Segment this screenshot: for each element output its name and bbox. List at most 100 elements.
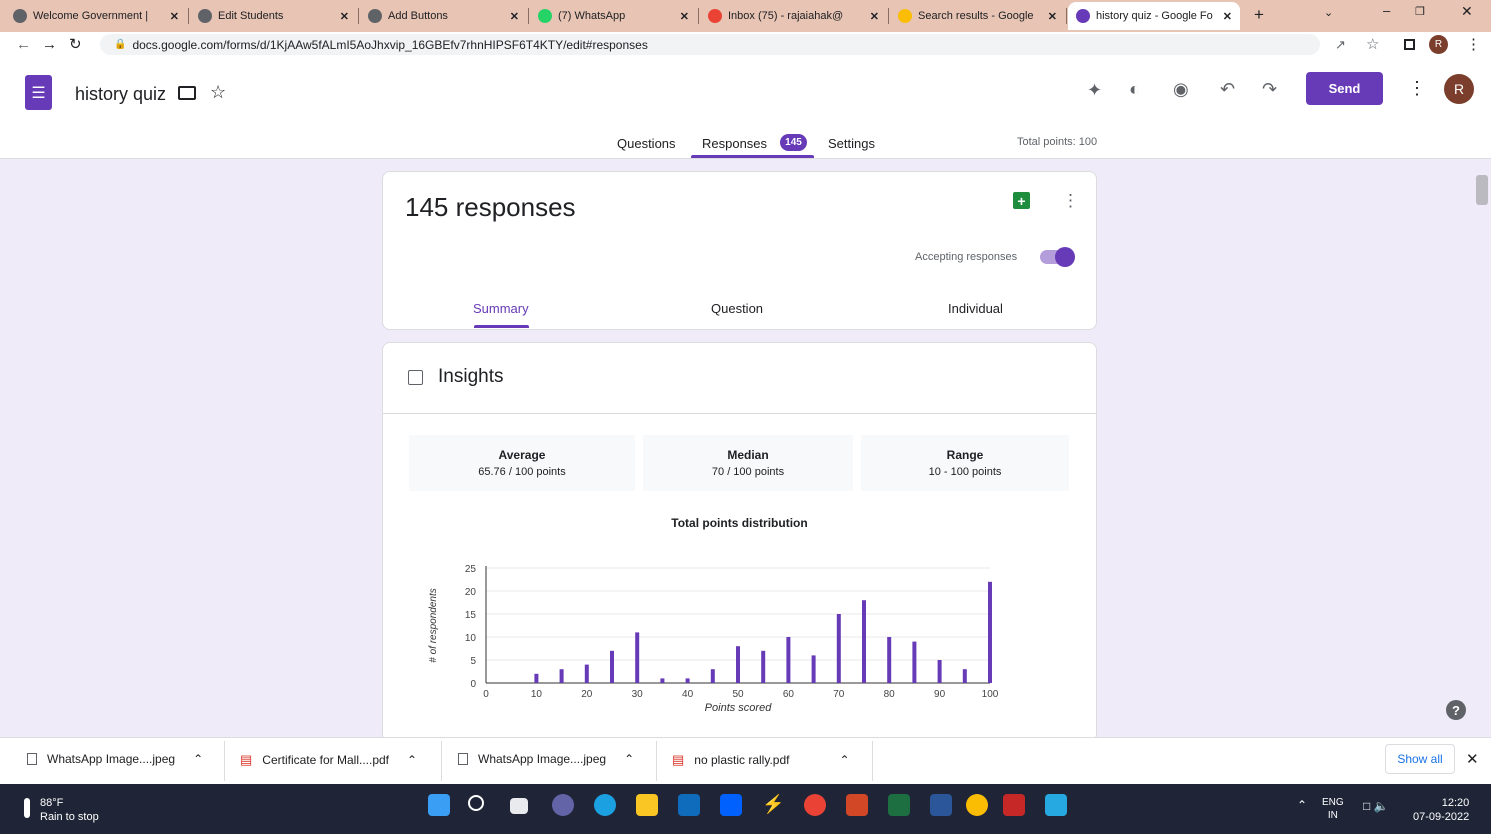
minimize-icon[interactable]: – xyxy=(1383,3,1390,18)
download-item[interactable]: WhatsApp Image....jpeg ⌃ xyxy=(458,752,634,766)
search-icon[interactable] xyxy=(468,795,484,811)
excel-icon[interactable] xyxy=(888,794,910,816)
teams-chat-icon[interactable] xyxy=(552,794,574,816)
page-scrollbar[interactable] xyxy=(1474,159,1491,737)
subtab-summary[interactable]: Summary xyxy=(473,301,529,316)
mail-icon[interactable] xyxy=(678,794,700,816)
image-file-icon xyxy=(458,753,468,765)
help-icon[interactable]: ? xyxy=(1446,700,1466,720)
close-downloads-icon[interactable]: ✕ xyxy=(1466,750,1479,768)
addons-icon[interactable]: ✦ xyxy=(1087,80,1102,101)
form-title[interactable]: history quiz xyxy=(75,84,166,105)
clock-date: 07-09-2022 xyxy=(1413,811,1470,823)
back-icon[interactable]: ← xyxy=(16,34,31,56)
close-tab-icon[interactable]: ✕ xyxy=(1048,10,1057,23)
chevron-up-icon[interactable]: ⌃ xyxy=(193,752,203,766)
y-tick-label: 0 xyxy=(470,679,476,690)
tab-search-icon[interactable]: ⌄ xyxy=(1324,6,1333,19)
close-tab-icon[interactable]: ✕ xyxy=(870,10,879,23)
close-tab-icon[interactable]: ✕ xyxy=(680,10,689,23)
forms-logo-icon[interactable]: ☰ xyxy=(25,75,52,110)
x-tick-label: 50 xyxy=(732,689,744,700)
browser-tab[interactable]: Edit Students ✕ xyxy=(190,2,357,30)
tab-responses[interactable]: Responses xyxy=(702,136,767,151)
toggle-knob[interactable] xyxy=(1055,247,1075,267)
browser-profile-avatar[interactable]: R xyxy=(1429,35,1448,54)
system-clock[interactable]: 12:20 07-09-2022 xyxy=(1413,796,1469,824)
close-tab-icon[interactable]: ✕ xyxy=(170,10,179,23)
sheets-link-icon[interactable]: + xyxy=(1013,192,1030,209)
close-tab-icon[interactable]: ✕ xyxy=(340,10,349,23)
forward-icon[interactable]: → xyxy=(42,34,57,56)
new-tab-button[interactable]: + xyxy=(1254,5,1264,25)
undo-icon[interactable]: ↶ xyxy=(1220,79,1235,100)
palette-icon[interactable]: ◐ xyxy=(1129,79,1140,100)
send-button[interactable]: Send xyxy=(1306,72,1383,105)
responses-count-badge: 145 xyxy=(780,134,807,151)
language-indicator[interactable]: ENG IN xyxy=(1322,796,1344,822)
download-separator xyxy=(441,741,442,781)
close-tab-icon[interactable]: ✕ xyxy=(1223,10,1232,23)
share-icon[interactable]: ↗ xyxy=(1335,34,1346,56)
tab-questions[interactable]: Questions xyxy=(617,136,676,151)
dropbox-icon[interactable] xyxy=(720,794,742,816)
tab-favicon-icon xyxy=(898,9,912,23)
close-tab-icon[interactable]: ✕ xyxy=(510,10,519,23)
download-item[interactable]: WhatsApp Image....jpeg ⌃ xyxy=(27,752,203,766)
weather-widget[interactable]: 88°F Rain to stop xyxy=(40,796,99,824)
photos-icon[interactable] xyxy=(1045,794,1067,816)
tray-chevron-icon[interactable]: ⌃ xyxy=(1297,798,1307,812)
stat-label: Range xyxy=(946,448,984,462)
chrome-icon[interactable] xyxy=(804,794,826,816)
tab-label: (7) WhatsApp xyxy=(558,10,626,22)
scrollbar-thumb[interactable] xyxy=(1476,175,1488,205)
powerpoint-icon[interactable] xyxy=(846,794,868,816)
network-volume-icon[interactable]: □ 🔈 xyxy=(1363,799,1389,813)
browser-tab[interactable]: (7) WhatsApp ✕ xyxy=(530,2,697,30)
browser-tab[interactable]: Add Buttons ✕ xyxy=(360,2,527,30)
windows-start-icon[interactable] xyxy=(428,794,450,816)
bookmark-star-icon[interactable]: ☆ xyxy=(1366,34,1379,56)
subtab-question[interactable]: Question xyxy=(711,301,763,316)
reload-icon[interactable]: ↻ xyxy=(69,34,82,56)
star-icon[interactable]: ☆ xyxy=(210,82,226,103)
card-more-icon[interactable]: ⋮ xyxy=(1062,191,1079,211)
preview-eye-icon[interactable]: ◉ xyxy=(1173,79,1189,100)
download-item[interactable]: ▤ no plastic rally.pdf ⌃ xyxy=(672,752,850,768)
avatar[interactable]: R xyxy=(1444,74,1474,104)
task-view-icon[interactable] xyxy=(510,798,528,814)
browser-tab[interactable]: history quiz - Google Fo ✕ xyxy=(1068,2,1240,30)
download-filename: Certificate for Mall....pdf xyxy=(262,753,390,767)
address-bar[interactable]: 🔒 docs.google.com/forms/d/1KjAAw5fALmI5A… xyxy=(100,34,1320,55)
tab-separator xyxy=(188,8,189,24)
browser-menu-icon[interactable]: ⋮ xyxy=(1466,34,1481,56)
browser-tab[interactable]: Welcome Government | ✕ xyxy=(5,2,187,30)
bar xyxy=(610,650,614,683)
chevron-up-icon[interactable]: ⌃ xyxy=(407,753,417,767)
restore-icon[interactable]: ❐ xyxy=(1415,5,1425,18)
download-item[interactable]: ▤ Certificate for Mall....pdf ⌃ xyxy=(240,752,417,768)
tab-settings[interactable]: Settings xyxy=(828,136,875,151)
folder-icon[interactable] xyxy=(178,86,196,100)
pdf-reader-icon[interactable] xyxy=(1003,794,1025,816)
edge-icon[interactable] xyxy=(594,794,616,816)
show-all-downloads-button[interactable]: Show all xyxy=(1385,744,1455,774)
chevron-up-icon[interactable]: ⌃ xyxy=(624,752,634,766)
close-window-icon[interactable]: ✕ xyxy=(1461,3,1473,20)
chrome-profile-icon[interactable] xyxy=(966,794,988,816)
winamp-icon[interactable]: ⚡ xyxy=(762,794,784,815)
sidepanel-icon[interactable] xyxy=(1404,39,1415,50)
subtab-individual[interactable]: Individual xyxy=(948,301,1003,316)
browser-tab[interactable]: Search results - Google ✕ xyxy=(890,2,1065,30)
stat-value: 65.76 / 100 points xyxy=(478,466,566,478)
language-code: ENG xyxy=(1322,797,1344,808)
stat-median: Median 70 / 100 points xyxy=(643,435,853,491)
more-options-icon[interactable]: ⋮ xyxy=(1408,78,1426,99)
file-explorer-icon[interactable] xyxy=(636,794,658,816)
browser-tab[interactable]: Inbox (75) - rajaiahak@ ✕ xyxy=(700,2,887,30)
notes-icon[interactable] xyxy=(930,794,952,816)
chevron-up-icon[interactable]: ⌃ xyxy=(839,753,849,767)
redo-icon[interactable]: ↷ xyxy=(1262,79,1277,100)
download-filename: WhatsApp Image....jpeg xyxy=(47,752,176,766)
download-separator xyxy=(656,741,657,781)
